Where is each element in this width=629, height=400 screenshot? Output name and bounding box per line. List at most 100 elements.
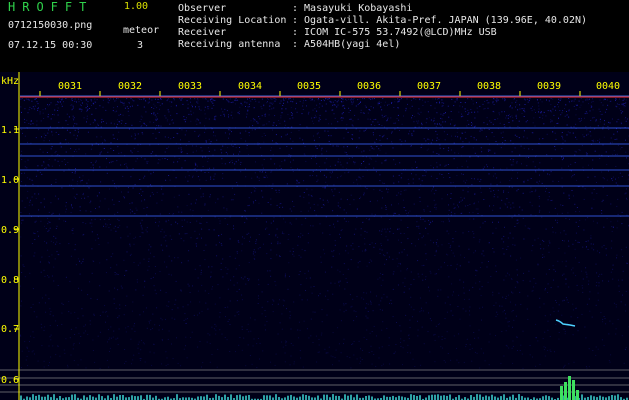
noise-pixel	[502, 296, 504, 298]
noise-pixel	[421, 265, 423, 267]
signal-bar	[347, 395, 349, 400]
noise-pixel	[352, 134, 354, 136]
noise-pixel	[347, 146, 349, 148]
noise-pixel	[623, 105, 625, 106]
noise-pixel	[29, 199, 31, 201]
noise-pixel	[85, 107, 87, 109]
signal-bar	[398, 395, 400, 400]
noise-pixel	[436, 162, 438, 164]
noise-pixel	[184, 160, 186, 162]
noise-pixel	[109, 351, 110, 352]
noise-pixel	[52, 345, 54, 347]
noise-pixel	[165, 240, 167, 242]
noise-pixel	[177, 206, 179, 208]
noise-pixel	[407, 238, 409, 240]
noise-pixel	[421, 273, 423, 275]
noise-pixel	[127, 191, 129, 193]
noise-pixel	[448, 204, 449, 206]
noise-pixel	[234, 103, 236, 105]
noise-pixel	[100, 126, 102, 128]
noise-pixel	[429, 211, 431, 213]
noise-pixel	[340, 164, 342, 166]
noise-pixel	[547, 320, 549, 322]
noise-pixel	[548, 211, 550, 213]
noise-pixel	[497, 118, 499, 120]
noise-pixel	[275, 284, 277, 286]
noise-pixel	[492, 101, 494, 103]
noise-pixel	[349, 357, 351, 359]
noise-pixel	[359, 98, 361, 100]
noise-pixel	[479, 105, 481, 107]
noise-pixel	[581, 285, 583, 287]
noise-pixel	[398, 262, 400, 264]
noise-pixel	[24, 341, 26, 343]
noise-pixel	[410, 145, 412, 146]
noise-pixel	[557, 260, 559, 262]
signal-bar	[302, 394, 304, 400]
noise-pixel	[364, 250, 366, 252]
noise-pixel	[535, 189, 537, 191]
noise-pixel	[417, 112, 419, 114]
noise-pixel	[204, 106, 206, 108]
noise-pixel	[275, 134, 277, 136]
noise-pixel	[402, 347, 404, 349]
noise-pixel	[358, 147, 360, 149]
noise-pixel	[332, 356, 334, 358]
noise-pixel	[351, 344, 353, 345]
noise-pixel	[474, 117, 476, 119]
noise-pixel	[56, 104, 58, 105]
noise-pixel	[587, 133, 589, 135]
noise-pixel	[31, 100, 33, 102]
noise-pixel	[83, 332, 85, 334]
signal-bar	[437, 394, 439, 400]
noise-pixel	[479, 307, 481, 309]
noise-pixel	[365, 307, 367, 309]
noise-pixel	[588, 298, 590, 300]
noise-pixel	[308, 194, 310, 196]
noise-pixel	[421, 307, 422, 309]
noise-pixel	[391, 131, 393, 133]
noise-pixel	[501, 238, 503, 240]
noise-pixel	[381, 297, 383, 299]
noise-pixel	[110, 148, 112, 149]
noise-pixel	[72, 229, 74, 231]
noise-pixel	[460, 137, 462, 139]
noise-pixel	[194, 167, 196, 169]
noise-pixel	[625, 188, 627, 190]
noise-pixel	[389, 227, 391, 229]
noise-pixel	[387, 228, 389, 230]
noise-pixel	[471, 360, 473, 362]
noise-pixel	[487, 281, 489, 283]
noise-pixel	[348, 107, 350, 109]
noise-pixel	[125, 327, 127, 329]
noise-pixel	[574, 98, 576, 100]
noise-pixel	[444, 302, 446, 304]
noise-pixel	[204, 204, 206, 206]
noise-pixel	[234, 163, 236, 165]
noise-pixel	[429, 351, 431, 353]
noise-pixel	[124, 125, 126, 127]
noise-pixel	[509, 106, 511, 108]
noise-pixel	[557, 122, 559, 124]
noise-pixel	[28, 99, 30, 101]
noise-pixel	[120, 164, 122, 166]
noise-pixel	[55, 195, 57, 197]
noise-pixel	[150, 173, 152, 175]
noise-pixel	[557, 104, 559, 105]
y-label: 1.0	[1, 175, 19, 186]
noise-pixel	[236, 291, 238, 293]
noise-pixel	[81, 179, 83, 181]
noise-pixel	[160, 125, 162, 127]
noise-pixel	[307, 232, 309, 234]
noise-pixel	[582, 278, 584, 280]
noise-pixel	[175, 221, 177, 223]
noise-pixel	[136, 281, 138, 283]
noise-pixel	[471, 122, 472, 124]
noise-pixel	[425, 302, 427, 304]
noise-pixel	[266, 102, 267, 104]
noise-pixel	[325, 118, 327, 120]
noise-pixel	[331, 266, 333, 268]
noise-pixel	[65, 205, 67, 207]
noise-pixel	[82, 234, 84, 236]
noise-pixel	[102, 99, 104, 101]
